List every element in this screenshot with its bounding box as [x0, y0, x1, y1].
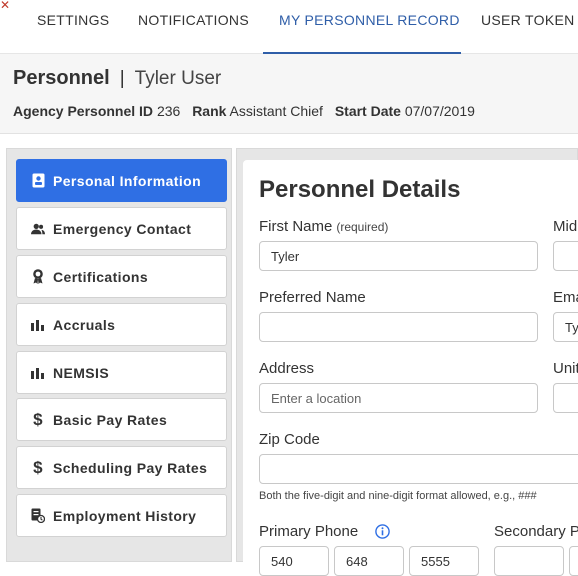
zip-code-label: Zip Code	[259, 431, 320, 448]
personnel-meta: Agency Personnel ID 236 Rank Assistant C…	[13, 103, 475, 119]
award-icon	[31, 269, 45, 285]
first-name-label: First Name (required)	[259, 218, 388, 235]
info-icon[interactable]	[375, 524, 390, 539]
sidebar-item-personal-information[interactable]: Personal Information	[16, 159, 227, 202]
start-date-label: Start Date	[334, 103, 401, 119]
primary-phone-area-code[interactable]: 540	[259, 546, 329, 576]
sidebar-item-label: Accruals	[53, 316, 116, 333]
personnel-header: Personnel | Tyler User Agency Personnel ID…	[0, 54, 578, 134]
address-label: Address	[259, 360, 315, 377]
page-title: Personnel | Tyler User	[13, 67, 221, 90]
sidebar: Personal Information Emergency Contact C…	[6, 148, 232, 562]
sidebar-item-label: Employment History	[53, 507, 197, 524]
sidebar-item-label: Scheduling Pay Rates	[53, 459, 208, 476]
tab-my-personnel-record[interactable]: MY PERSONNEL RECORD	[279, 12, 460, 32]
middle-name-label: Mid	[553, 218, 578, 235]
sidebar-item-label: Certifications	[53, 268, 149, 285]
preferred-name-field[interactable]	[259, 312, 538, 342]
preferred-name-label: Preferred Name	[259, 289, 366, 306]
sidebar-item-label: Personal Information	[53, 172, 202, 189]
primary-phone-line[interactable]: 5555	[409, 546, 479, 576]
top-tab-bar: SETTINGS NOTIFICATIONS MY PERSONNEL RECO…	[0, 0, 578, 54]
section-title: Personnel Details	[259, 176, 461, 203]
bar-chart-icon	[31, 317, 45, 333]
secondary-phone-prefix[interactable]	[569, 546, 578, 576]
first-name-label-text: First Name	[259, 218, 333, 235]
agency-id-label: Agency Personnel ID	[13, 103, 154, 119]
unit-field[interactable]	[553, 383, 578, 413]
dollar-icon: $	[33, 457, 43, 477]
user-name: Tyler User	[134, 68, 222, 89]
zip-code-hint: Both the five-digit and nine-digit forma…	[259, 490, 537, 502]
users-icon	[31, 221, 45, 237]
email-field[interactable]: Ty	[553, 312, 578, 342]
rank-value: Assistant Chief	[229, 103, 323, 119]
page-title-text: Personnel	[13, 67, 110, 89]
rank-label: Rank	[192, 103, 227, 119]
first-name-field[interactable]: Tyler	[259, 241, 538, 271]
tab-user-token[interactable]: USER TOKEN	[481, 12, 575, 32]
id-card-icon	[31, 173, 45, 189]
primary-phone-label: Primary Phone	[259, 523, 359, 540]
start-date-value: 07/07/2019	[404, 103, 475, 119]
sidebar-item-scheduling-pay-rates[interactable]: $ Scheduling Pay Rates	[16, 446, 227, 489]
sidebar-item-employment-history[interactable]: Employment History	[16, 494, 227, 537]
zip-code-field[interactable]	[259, 454, 578, 484]
sidebar-item-accruals[interactable]: Accruals	[16, 303, 227, 346]
secondary-phone-label: Secondary P	[494, 523, 578, 540]
dollar-icon: $	[33, 409, 43, 429]
tab-notifications[interactable]: NOTIFICATIONS	[138, 12, 249, 32]
required-note: (required)	[336, 220, 389, 234]
bar-chart-icon	[31, 365, 45, 381]
primary-phone-prefix[interactable]: 648	[334, 546, 404, 576]
sidebar-item-label: Emergency Contact	[53, 220, 192, 237]
title-separator: |	[119, 68, 125, 89]
tab-settings[interactable]: SETTINGS	[37, 12, 109, 32]
sidebar-item-basic-pay-rates[interactable]: $ Basic Pay Rates	[16, 398, 227, 441]
history-icon	[31, 508, 45, 524]
address-field[interactable]: Enter a location	[259, 383, 538, 413]
sidebar-item-label: Basic Pay Rates	[53, 411, 168, 428]
middle-name-field[interactable]	[553, 241, 578, 271]
email-label: Ema	[553, 289, 578, 306]
sidebar-item-emergency-contact[interactable]: Emergency Contact	[16, 207, 227, 250]
sidebar-item-nemsis[interactable]: NEMSIS	[16, 351, 227, 394]
sidebar-item-certifications[interactable]: Certifications	[16, 255, 227, 298]
secondary-phone-area-code[interactable]	[494, 546, 564, 576]
agency-id-value: 236	[156, 103, 181, 119]
unit-label: Unit	[553, 360, 578, 377]
sidebar-item-label: NEMSIS	[53, 364, 110, 381]
